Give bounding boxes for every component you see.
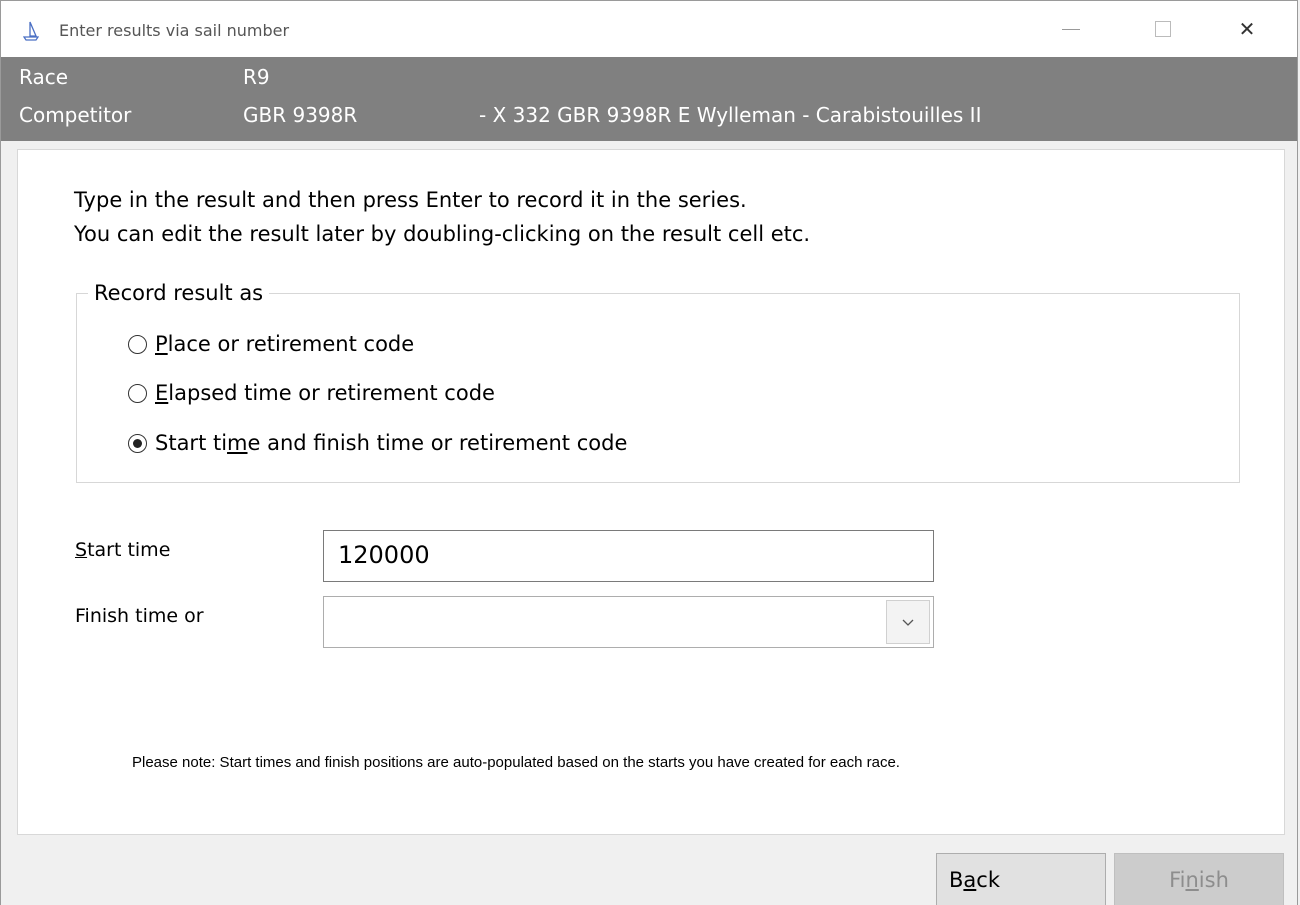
instruction-line-1: Type in the result and then press Enter … xyxy=(74,188,747,212)
finish-time-dropdown-button[interactable] xyxy=(886,600,930,644)
finish-time-combobox[interactable] xyxy=(323,596,934,648)
window-title: Enter results via sail number xyxy=(59,21,290,40)
maximize-icon xyxy=(1155,21,1171,37)
radio-elapsed-indicator[interactable] xyxy=(128,383,147,403)
start-time-input[interactable]: 120000 xyxy=(323,530,934,582)
start-time-label: Start time xyxy=(75,539,171,561)
radio-start-finish-time[interactable]: Start time and finish time or retirement… xyxy=(128,429,627,457)
auto-populate-note: Please note: Start times and finish posi… xyxy=(132,754,900,771)
race-header: Race R9 Competitor GBR 9398R - X 332 GBR… xyxy=(1,57,1297,141)
instruction-line-2: You can edit the result later by doublin… xyxy=(74,222,811,246)
close-button[interactable]: ✕ xyxy=(1217,1,1277,57)
radio-place[interactable]: Place or retirement code xyxy=(128,330,414,358)
radio-place-label: Place or retirement code xyxy=(155,332,415,356)
sailboat-icon xyxy=(23,21,39,41)
competitor-details: - X 332 GBR 9398R E Wylleman - Carabisto… xyxy=(479,103,982,127)
competitor-label: Competitor xyxy=(19,103,132,127)
close-icon: ✕ xyxy=(1238,17,1256,41)
minimize-icon xyxy=(1062,28,1080,30)
finish-time-label: Finish time or xyxy=(75,605,204,627)
competitor-sail-number: GBR 9398R xyxy=(243,103,358,127)
finish-button[interactable]: Fi n ish xyxy=(1114,853,1284,905)
record-result-legend: Record result as xyxy=(88,281,270,305)
radio-start-finish-indicator[interactable] xyxy=(128,433,147,453)
radio-place-indicator[interactable] xyxy=(128,334,147,354)
race-label: Race xyxy=(19,65,69,89)
maximize-button[interactable] xyxy=(1133,1,1193,57)
back-button[interactable]: Ba ck xyxy=(936,853,1106,905)
radio-elapsed-label: Elapsed time or retirement code xyxy=(155,381,495,405)
race-value: R9 xyxy=(243,65,270,89)
content-panel: Type in the result and then press Enter … xyxy=(17,149,1285,835)
radio-elapsed-time[interactable]: Elapsed time or retirement code xyxy=(128,379,495,407)
chevron-down-icon xyxy=(902,619,914,626)
enter-results-window: Enter results via sail number ✕ Race R9 … xyxy=(0,0,1298,905)
title-bar[interactable]: Enter results via sail number ✕ xyxy=(1,1,1297,57)
minimize-button[interactable] xyxy=(1041,1,1101,57)
radio-start-finish-label: Start time and finish time or retirement… xyxy=(155,431,628,455)
